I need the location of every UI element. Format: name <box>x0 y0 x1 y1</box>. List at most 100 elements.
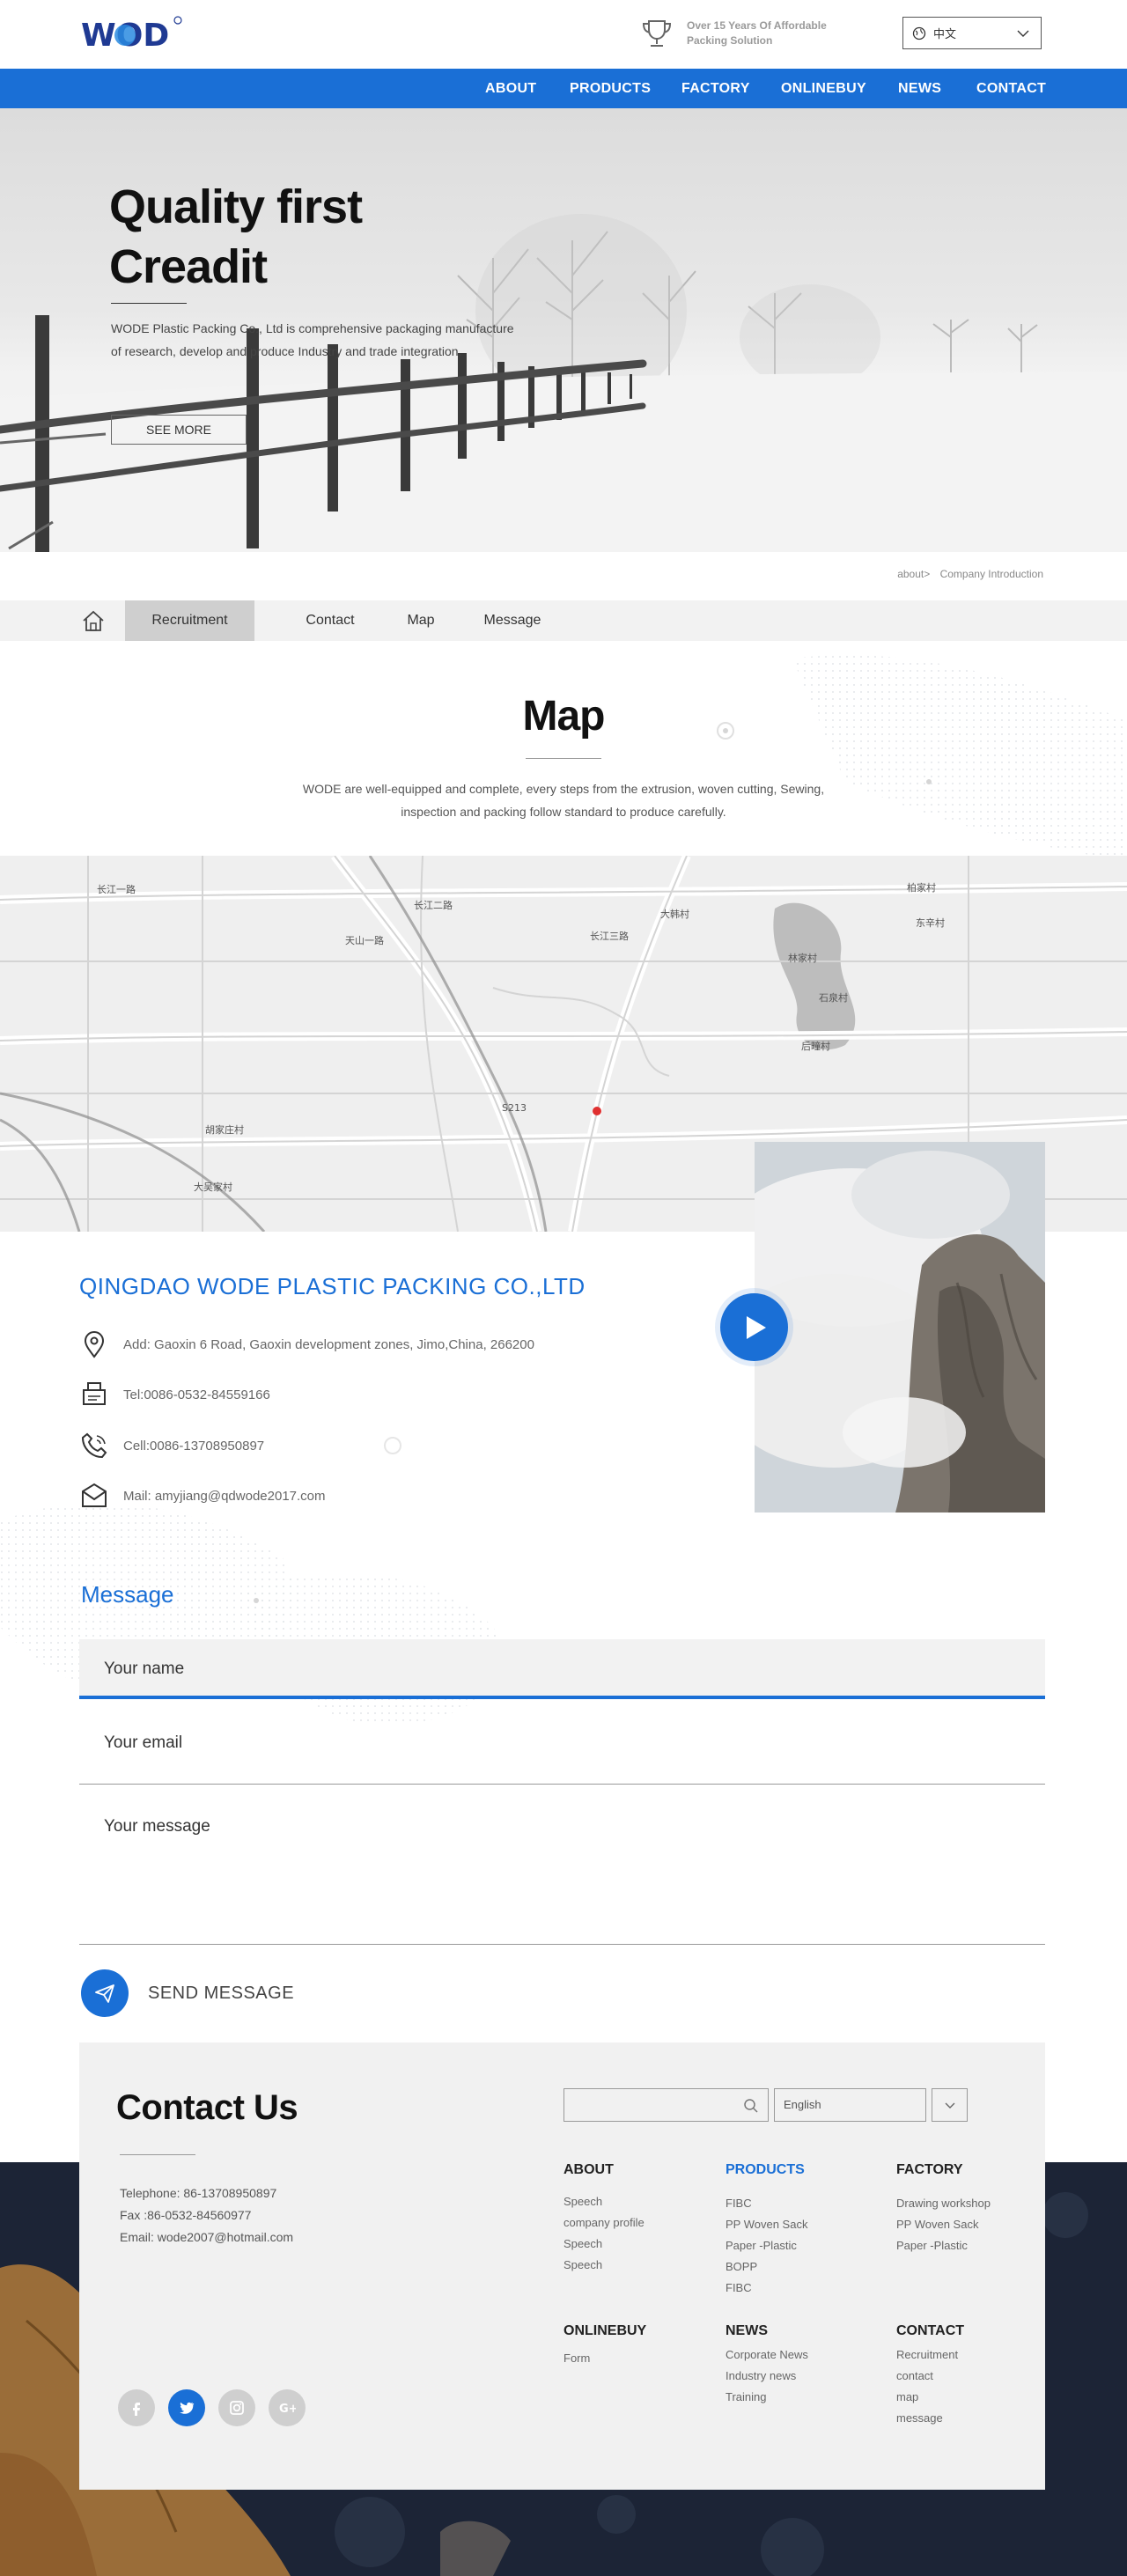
video-thumbnail[interactable] <box>755 1142 1045 1512</box>
footer-telephone: Telephone: 86-13708950897 <box>120 2186 277 2200</box>
footer-search-input[interactable] <box>564 2088 769 2122</box>
send-message-button[interactable]: SEND MESSAGE <box>81 1969 294 2017</box>
subnav-contact[interactable]: Contact <box>291 600 370 641</box>
nav-factory[interactable]: FACTORY <box>681 69 750 108</box>
map-label: 长江一路 <box>97 884 136 895</box>
sub-navigation: Recruitment Contact Map Message <box>0 600 1127 641</box>
map-label: 东辛村 <box>916 916 945 929</box>
footer-link[interactable]: Corporate News <box>726 2344 808 2366</box>
mail-row: Mail: amyjiang@qdwode2017.com <box>79 1481 326 1511</box>
play-icon <box>747 1316 766 1339</box>
map-section-title: Map <box>522 693 606 740</box>
footer-link[interactable]: Speech <box>564 2255 645 2276</box>
footer-link[interactable]: BOPP <box>726 2256 807 2278</box>
map-label: 长江二路 <box>414 900 453 911</box>
footer-list-news: Corporate News Industry news Training <box>726 2344 808 2408</box>
send-icon-circle <box>81 1969 129 2017</box>
footer-link[interactable]: Form <box>564 2348 590 2369</box>
chevron-down-icon <box>945 2102 955 2109</box>
footer-email[interactable]: Email: wode2007@hotmail.com <box>120 2230 293 2244</box>
breadcrumb-parent[interactable]: about> <box>897 568 930 580</box>
nav-news[interactable]: NEWS <box>898 69 941 108</box>
footer-link[interactable]: Speech <box>564 2191 645 2212</box>
location-pin-icon[interactable] <box>593 1107 601 1115</box>
subnav-recruitment[interactable]: Recruitment <box>125 600 254 641</box>
fax-printer-icon <box>83 1382 106 1405</box>
footer-link[interactable]: contact <box>896 2366 958 2387</box>
footer-link[interactable]: message <box>896 2408 958 2429</box>
footer-link[interactable]: Paper -Plastic <box>896 2235 991 2256</box>
footer-link[interactable]: Drawing workshop <box>896 2193 991 2214</box>
map-label: S213 <box>502 1102 527 1114</box>
footer-link[interactable]: PP Woven Sack <box>896 2214 991 2235</box>
top-header: WOD Over 15 Years Of Affordable Packing … <box>0 0 1127 69</box>
subnav-map[interactable]: Map <box>394 600 447 641</box>
nav-contact[interactable]: CONTACT <box>976 69 1046 108</box>
facebook-button[interactable] <box>118 2389 155 2426</box>
company-logo[interactable]: WOD <box>81 12 187 53</box>
hero-banner: Quality first Creadit WODE Plastic Packi… <box>0 108 1127 552</box>
footer-list-contact: Recruitment contact map message <box>896 2344 958 2429</box>
instagram-button[interactable] <box>218 2389 255 2426</box>
footer-heading-contact[interactable]: CONTACT <box>896 2323 964 2339</box>
facebook-icon <box>133 2403 140 2416</box>
address-row: Add: Gaoxin 6 Road, Gaoxin development z… <box>79 1329 534 1359</box>
map-label: 长江三路 <box>590 931 629 942</box>
cell-text: Cell:0086-13708950897 <box>123 1438 265 1454</box>
footer-heading-news[interactable]: NEWS <box>726 2323 768 2339</box>
hero-title-line1: Quality first <box>109 180 363 233</box>
footer-language-select[interactable]: English <box>774 2088 926 2122</box>
footer-link[interactable]: PP Woven Sack <box>726 2214 807 2235</box>
address-text: Add: Gaoxin 6 Road, Gaoxin development z… <box>123 1336 534 1352</box>
twitter-button[interactable] <box>168 2389 205 2426</box>
language-value: 中文 <box>933 27 957 40</box>
map-label: 胡家庄村 <box>205 1123 244 1136</box>
footer-link[interactable]: Training <box>726 2387 808 2408</box>
breadcrumb-current: Company Introduction <box>939 568 1043 580</box>
search-icon[interactable] <box>743 2098 759 2114</box>
footer-link[interactable]: map <box>896 2387 958 2408</box>
map-label: 大吴家村 <box>194 1181 232 1193</box>
nav-products[interactable]: PRODUCTS <box>570 69 651 108</box>
award-text: Over 15 Years Of Affordable Packing Solu… <box>687 19 827 47</box>
message-textarea[interactable]: Your message <box>79 1785 1045 1945</box>
see-more-button[interactable]: SEE MORE <box>111 415 247 445</box>
nav-about[interactable]: ABOUT <box>485 69 536 108</box>
hero-divider <box>111 303 187 304</box>
trophy-icon <box>642 20 672 47</box>
subnav-message[interactable]: Message <box>474 600 551 641</box>
phone-icon <box>81 1432 107 1459</box>
contact-us-title: Contact Us <box>116 2088 298 2127</box>
home-icon[interactable] <box>81 609 106 632</box>
twitter-icon <box>180 2402 195 2414</box>
email-input[interactable]: Your email <box>79 1702 1045 1785</box>
footer-language-dropdown-button[interactable] <box>932 2088 968 2122</box>
mail-text[interactable]: Mail: amyjiang@qdwode2017.com <box>123 1489 326 1504</box>
footer-link[interactable]: Recruitment <box>896 2344 958 2366</box>
google-plus-button[interactable]: G+ <box>269 2389 306 2426</box>
name-input[interactable]: Your name <box>79 1639 1045 1699</box>
map-label: 柏家村 <box>907 881 936 894</box>
footer-list-products: FIBC PP Woven Sack Paper -Plastic BOPP F… <box>726 2193 807 2299</box>
footer-heading-factory[interactable]: FACTORY <box>896 2162 963 2178</box>
footer-heading-about[interactable]: ABOUT <box>564 2162 614 2178</box>
footer-heading-onlinebuy[interactable]: ONLINEBUY <box>564 2323 646 2339</box>
footer-list-about: Speech company profile Speech Speech <box>564 2191 645 2276</box>
hero-title: Quality first Creadit <box>109 177 363 297</box>
hero-title-line2: Creadit <box>109 240 268 293</box>
play-video-button[interactable] <box>720 1293 788 1361</box>
map-label: 天山一路 <box>345 935 384 946</box>
footer-link[interactable]: company profile <box>564 2212 645 2234</box>
footer-heading-products[interactable]: PRODUCTS <box>726 2162 805 2178</box>
globe-icon <box>912 26 926 40</box>
message-title: Message <box>81 1581 174 1608</box>
language-select[interactable]: 中文 <box>902 17 1042 49</box>
footer-link[interactable]: FIBC <box>726 2193 807 2214</box>
footer-fax: Fax :86-0532-84560977 <box>120 2208 252 2222</box>
footer-link[interactable]: Industry news <box>726 2366 808 2387</box>
footer-link[interactable]: Speech <box>564 2234 645 2255</box>
footer-link[interactable]: FIBC <box>726 2278 807 2299</box>
footer-link[interactable]: Paper -Plastic <box>726 2235 807 2256</box>
nav-onlinebuy[interactable]: ONLINEBUY <box>781 69 866 108</box>
location-pin-icon <box>84 1331 105 1358</box>
